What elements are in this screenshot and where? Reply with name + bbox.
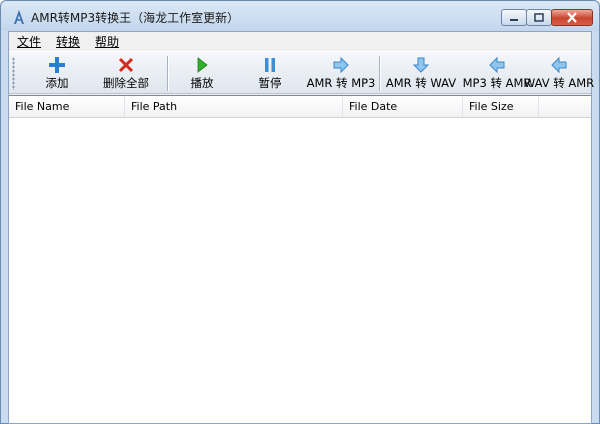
menu-convert[interactable]: 转换 <box>48 33 87 50</box>
menu-help-label: 帮助 <box>95 35 120 49</box>
toolbar-separator <box>167 56 169 91</box>
toolbar-separator <box>379 56 381 91</box>
column-header-file-name[interactable]: File Name <box>9 96 125 117</box>
app-icon <box>14 10 24 24</box>
caption-buttons <box>501 9 593 27</box>
add-button[interactable]: 添加 <box>25 54 89 92</box>
minimize-button[interactable] <box>501 9 527 26</box>
play-label: 播放 <box>190 76 214 90</box>
toolbar: 添加 删除全部 播放 暂停 AMR 转 MP3 AMR 转 WAV MP3 转 … <box>9 51 594 94</box>
minimize-icon <box>510 18 518 21</box>
menu-help[interactable]: 帮助 <box>87 33 126 50</box>
amr-to-mp3-label: AMR 转 MP3 <box>306 76 376 90</box>
menu-file[interactable]: 文件 <box>9 33 48 50</box>
wav-to-amr-label: WAV 转 AMR <box>523 76 595 90</box>
column-header-file-size[interactable]: File Size <box>463 96 539 117</box>
close-icon <box>567 12 577 23</box>
pause-label: 暂停 <box>258 76 282 90</box>
menu-file-label: 文件 <box>17 35 42 49</box>
amr-to-mp3-button[interactable]: AMR 转 MP3 <box>303 54 379 92</box>
arrow-right-icon <box>333 56 349 74</box>
column-header-file-date[interactable]: File Date <box>343 96 463 117</box>
maximize-icon <box>534 12 544 22</box>
delete-all-button[interactable]: 删除全部 <box>89 54 163 92</box>
arrow-left-icon <box>489 56 505 74</box>
list-header: File Name File Path File Date File Size <box>9 96 591 118</box>
file-list[interactable]: File Name File Path File Date File Size <box>9 95 591 423</box>
delete-all-label: 删除全部 <box>103 76 149 90</box>
maximize-button[interactable] <box>526 9 552 26</box>
arrow-down-icon <box>412 57 430 73</box>
play-icon <box>197 57 208 73</box>
main-window: AMR转MP3转换王（海龙工作室更新） 文件 转换 帮助 添加 删除全部 播放 … <box>0 0 600 424</box>
column-header-file-path[interactable]: File Path <box>125 96 343 117</box>
pause-button[interactable]: 暂停 <box>239 54 301 92</box>
title-bar[interactable]: AMR转MP3转换王（海龙工作室更新） <box>1 1 599 31</box>
arrow-left-icon <box>551 56 567 74</box>
add-label: 添加 <box>45 76 69 90</box>
menu-bar: 文件 转换 帮助 <box>9 32 591 51</box>
amr-to-wav-button[interactable]: AMR 转 WAV <box>383 54 459 92</box>
toolbar-grip[interactable] <box>12 57 15 90</box>
close-button[interactable] <box>551 9 593 26</box>
pause-icon <box>265 58 275 72</box>
plus-icon <box>49 57 65 73</box>
amr-to-wav-label: AMR 转 WAV <box>385 76 457 90</box>
window-title: AMR转MP3转换王（海龙工作室更新） <box>31 11 240 25</box>
menu-convert-label: 转换 <box>56 35 81 49</box>
client-area: 文件 转换 帮助 添加 删除全部 播放 暂停 AMR 转 MP3 AMR 转 W… <box>8 31 594 424</box>
play-button[interactable]: 播放 <box>171 54 233 92</box>
delete-x-icon <box>118 57 134 73</box>
wav-to-amr-button[interactable]: WAV 转 AMR <box>521 54 597 92</box>
